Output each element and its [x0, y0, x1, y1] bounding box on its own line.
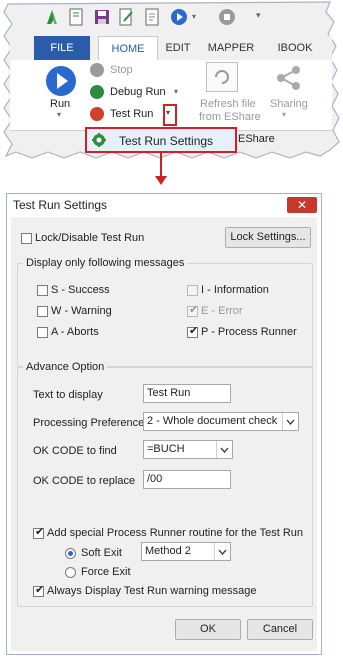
soft-exit-method-dropdown-icon[interactable]: [214, 543, 230, 560]
soft-exit-radio-dot: [68, 551, 73, 556]
ribbon-screenshot: ▾ ▾ FILE HOME EDIT MAPPER IBOOK Run ▾ St…: [0, 0, 343, 172]
error-check-icon: ✔: [189, 304, 199, 316]
information-label[interactable]: I - Information: [201, 284, 269, 296]
ok-code-find-value: =BUCH: [147, 443, 185, 455]
run-small-icon[interactable]: [170, 8, 188, 26]
soft-exit-method-value: Method 2: [145, 545, 191, 557]
process-runner-check-icon: ✔: [189, 325, 199, 337]
dialog-titlebar[interactable]: Test Run Settings ✕: [7, 194, 321, 216]
edit-document-icon[interactable]: [118, 8, 134, 26]
refresh-label-2[interactable]: from EShare: [199, 111, 261, 123]
advance-option-title: Advance Option: [23, 361, 108, 373]
close-button[interactable]: ✕: [287, 197, 317, 213]
sharing-chevron-icon[interactable]: ▾: [282, 110, 286, 119]
tab-mapper[interactable]: MAPPER: [204, 36, 258, 60]
always-display-check-icon: ✔: [35, 584, 45, 596]
tab-edit[interactable]: EDIT: [160, 36, 196, 60]
error-label: E - Error: [201, 305, 243, 317]
process-runner-checkbox[interactable]: ✔: [187, 325, 199, 338]
callout-line: [160, 153, 162, 177]
cancel-button[interactable]: Cancel: [247, 619, 313, 640]
tab-home[interactable]: HOME: [98, 36, 158, 62]
processing-preference-value: 2 - Whole document check: [147, 415, 278, 427]
information-checkbox[interactable]: [187, 285, 198, 296]
soft-exit-radio[interactable]: [65, 548, 76, 559]
processing-preference-dropdown-icon[interactable]: [282, 413, 298, 430]
debug-run-chevron-icon[interactable]: ▾: [174, 87, 178, 96]
soft-exit-label[interactable]: Soft Exit: [81, 547, 122, 559]
processing-preference-label: Processing Preference: [33, 417, 145, 429]
test-run-icon: [90, 107, 104, 121]
process-runner-label[interactable]: P - Process Runner: [201, 326, 297, 338]
stop-label[interactable]: Stop: [110, 64, 133, 76]
document-icon[interactable]: [144, 8, 160, 26]
success-checkbox[interactable]: [37, 285, 48, 296]
sharing-icon[interactable]: [274, 64, 304, 95]
force-exit-label[interactable]: Force Exit: [81, 566, 131, 578]
aborts-label[interactable]: A - Aborts: [51, 326, 99, 338]
processing-preference-select[interactable]: 2 - Whole document check: [143, 412, 299, 431]
add-routine-label[interactable]: Add special Process Runner routine for t…: [47, 527, 303, 539]
ok-code-find-dropdown-icon[interactable]: [216, 441, 232, 458]
text-to-display-input[interactable]: Test Run: [143, 384, 231, 403]
ok-code-replace-label: OK CODE to replace: [33, 475, 136, 487]
ok-button[interactable]: OK: [175, 619, 241, 640]
debug-run-label[interactable]: Debug Run: [110, 86, 166, 98]
run-chevron-icon[interactable]: ▾: [57, 110, 61, 119]
lock-settings-button[interactable]: Lock Settings...: [225, 227, 311, 248]
success-label[interactable]: S - Success: [51, 284, 110, 296]
always-display-checkbox[interactable]: ✔: [33, 584, 45, 597]
messages-group-title: Display only following messages: [23, 257, 188, 269]
save-icon[interactable]: [94, 8, 110, 26]
add-routine-checkbox[interactable]: ✔: [33, 526, 45, 539]
lock-disable-checkbox[interactable]: [21, 233, 32, 244]
always-display-label[interactable]: Always Display Test Run warning message: [47, 585, 257, 597]
refresh-label-1[interactable]: Refresh file: [200, 98, 256, 110]
text-to-display-label: Text to display: [33, 389, 103, 401]
ok-code-find-label: OK CODE to find: [33, 445, 117, 457]
menu-item-label[interactable]: Test Run Settings: [119, 134, 213, 148]
debug-run-icon: [90, 85, 104, 99]
test-run-settings-menu-item[interactable]: Test Run Settings: [85, 127, 237, 153]
force-exit-radio[interactable]: [65, 567, 76, 578]
add-routine-check-icon: ✔: [35, 526, 45, 538]
warning-label[interactable]: W - Warning: [51, 305, 112, 317]
sharing-label[interactable]: Sharing: [270, 98, 308, 110]
ok-code-find-select[interactable]: =BUCH: [143, 440, 233, 459]
callout-arrow-icon: [155, 176, 167, 185]
tab-ibook[interactable]: IBOOK: [270, 36, 320, 60]
stop-small-icon[interactable]: [218, 8, 236, 26]
ribbon-tab-bar: FILE HOME EDIT MAPPER IBOOK: [10, 36, 332, 62]
lock-disable-label[interactable]: Lock/Disable Test Run: [35, 232, 144, 244]
dialog-body: Lock/Disable Test Run Lock Settings... D…: [11, 217, 317, 651]
dialog-title: Test Run Settings: [13, 198, 108, 212]
aborts-checkbox[interactable]: [37, 327, 48, 338]
test-run-settings-dialog: Test Run Settings ✕ Lock/Disable Test Ru…: [6, 193, 322, 655]
customize-toolbar-icon[interactable]: ▾: [256, 10, 261, 21]
error-checkbox: ✔: [187, 304, 199, 317]
test-run-dropdown-highlight[interactable]: ▾: [163, 104, 177, 126]
stop-icon: [90, 63, 104, 77]
app-logo-icon: [44, 8, 60, 26]
soft-exit-method-select[interactable]: Method 2: [141, 542, 231, 561]
eshare-group-label: EShare: [238, 133, 275, 145]
test-run-label[interactable]: Test Run: [110, 108, 153, 120]
ok-code-replace-input[interactable]: /00: [143, 470, 231, 489]
test-run-chevron-icon[interactable]: ▾: [166, 108, 170, 117]
new-document-icon[interactable]: [68, 8, 84, 26]
warning-checkbox[interactable]: [37, 306, 48, 317]
run-label[interactable]: Run: [50, 98, 70, 110]
run-icon[interactable]: [46, 66, 76, 96]
settings-gear-icon: [91, 132, 107, 151]
tab-file[interactable]: FILE: [34, 36, 90, 60]
refresh-file-icon[interactable]: [206, 62, 238, 92]
run-dropdown-icon[interactable]: ▾: [192, 12, 196, 21]
